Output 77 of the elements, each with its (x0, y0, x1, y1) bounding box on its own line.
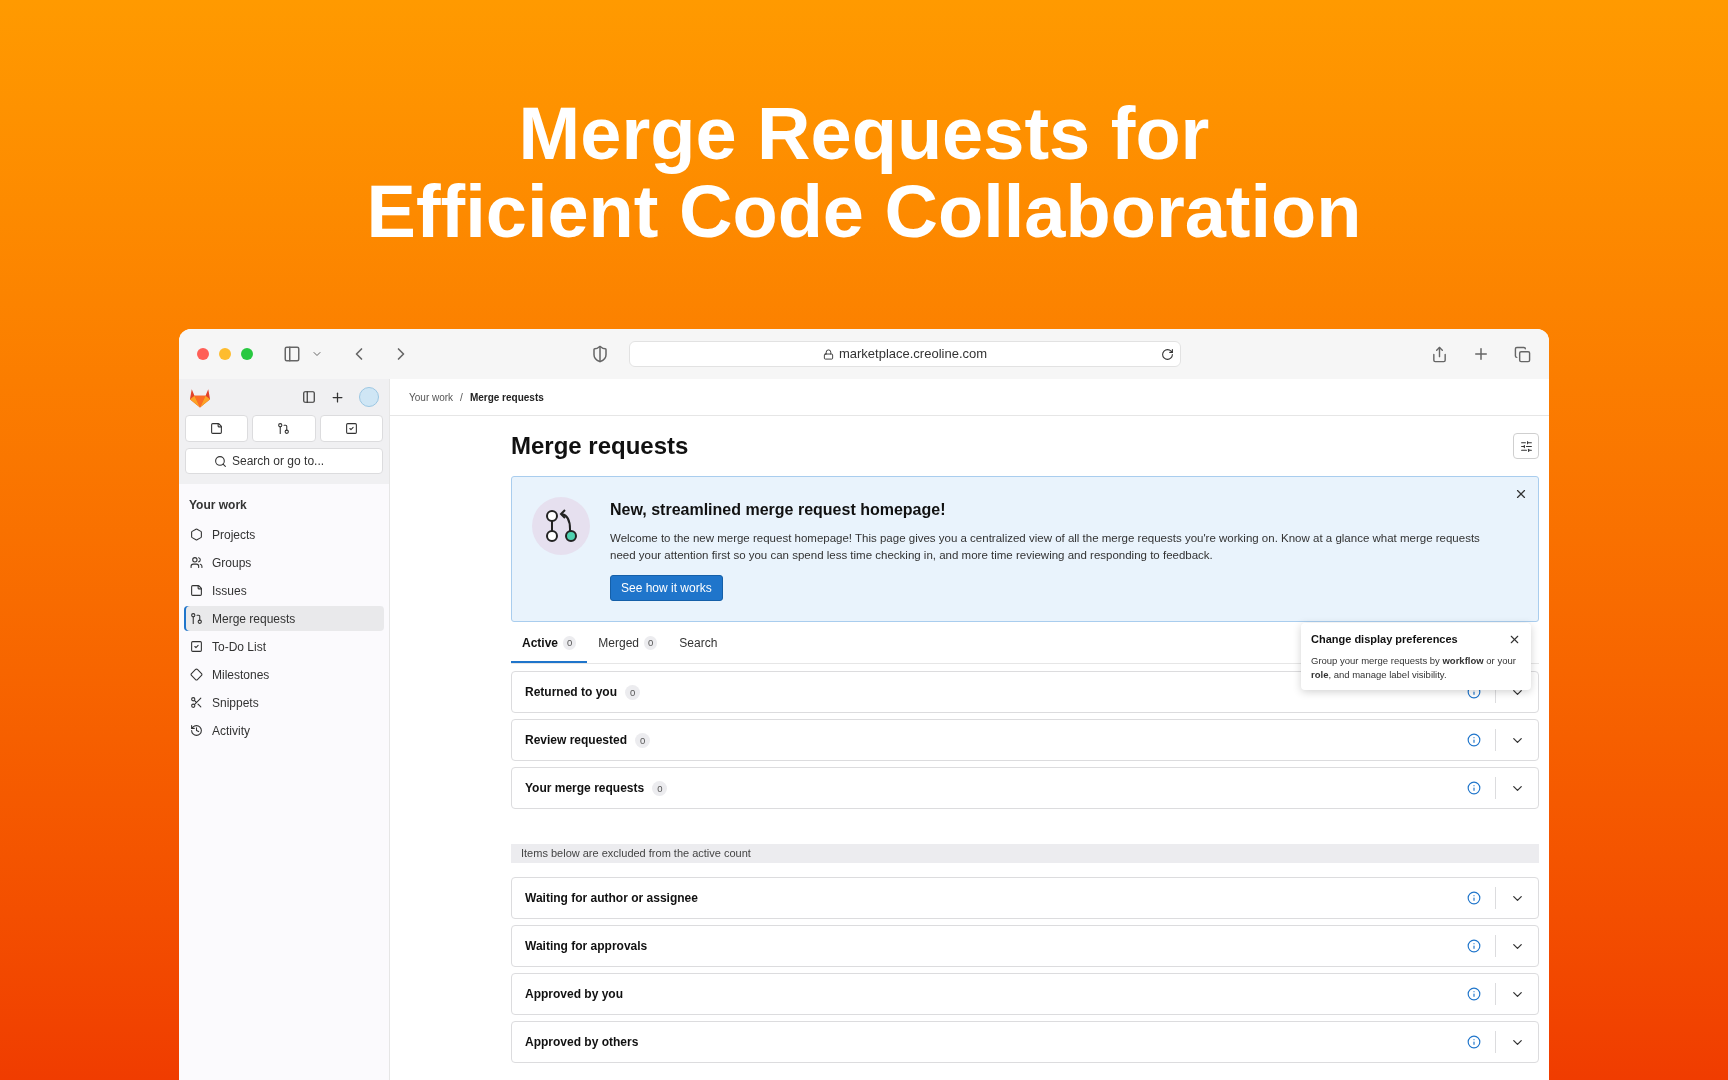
tabs-overview-icon[interactable] (1514, 345, 1531, 363)
section-row[interactable]: Review requested 0 (511, 719, 1539, 761)
history-icon (190, 724, 203, 737)
section-label: Returned to you (525, 684, 617, 701)
breadcrumb-link[interactable]: Your work (409, 389, 454, 405)
section-label: Approved by you (525, 986, 623, 1003)
checkbox-icon (190, 640, 203, 653)
section-row[interactable]: Approved by you (511, 973, 1539, 1015)
sidebar-toggle-icon[interactable] (283, 345, 301, 363)
new-tab-icon[interactable] (1472, 345, 1490, 363)
note-icon (190, 584, 203, 597)
section-row[interactable]: Approved by others (511, 1021, 1539, 1063)
count-badge: 0 (652, 780, 668, 796)
section-label: Review requested (525, 732, 628, 749)
tab[interactable]: Merged 0 (587, 622, 669, 663)
info-icon[interactable] (1467, 1035, 1481, 1049)
tab[interactable]: Search (668, 622, 729, 663)
create-new-icon[interactable] (330, 389, 345, 405)
info-icon[interactable] (1467, 733, 1481, 747)
section-label: Waiting for author or assignee (525, 890, 698, 907)
info-icon[interactable] (1467, 987, 1481, 1001)
close-icon[interactable] (1514, 487, 1528, 501)
issues-shortcut-button[interactable] (185, 415, 249, 442)
section-label: Your merge requests (525, 780, 645, 797)
section-row[interactable]: Your merge requests 0 (511, 767, 1539, 809)
sidebar-item[interactable]: Activity (184, 718, 384, 743)
sidebar-item[interactable]: Projects (184, 522, 384, 547)
section-label: Waiting for approvals (525, 938, 648, 955)
url-text: marketplace.creoline.com (838, 345, 988, 364)
scissors-icon (190, 696, 203, 709)
sidebar-section-title: Your work (188, 497, 248, 514)
sidebar-item[interactable]: To-Do List (184, 634, 384, 659)
sidebar-item[interactable]: Groups (184, 550, 384, 575)
todo-shortcut-button[interactable] (319, 415, 383, 442)
shield-icon[interactable] (591, 345, 609, 363)
hexagon-icon (190, 528, 203, 541)
info-icon[interactable] (1467, 891, 1481, 905)
sidebar-item[interactable]: Issues (184, 578, 384, 603)
banner-title: New, streamlined merge request homepage! (610, 500, 947, 520)
merge-illustration-icon (532, 497, 590, 555)
sidebar-item[interactable]: Milestones (184, 662, 384, 687)
see-how-it-works-button[interactable]: See how it works (610, 575, 723, 601)
info-icon[interactable] (1467, 781, 1481, 795)
excluded-note: Items below are excluded from the active count (511, 844, 1539, 863)
hero-title: Merge Requests for Efficient Code Collaboration (366, 95, 1362, 251)
merge-request-icon (277, 422, 291, 435)
merge-request-icon (190, 612, 203, 625)
checkbox-icon (344, 422, 358, 435)
groups-icon (190, 556, 203, 569)
sliders-icon (1519, 439, 1533, 453)
count-badge: 0 (625, 684, 641, 700)
lock-icon (822, 348, 834, 360)
tooltip-title: Change display preferences (1311, 632, 1458, 647)
search-field[interactable]: Search or go to... (185, 448, 383, 474)
section-row[interactable]: Waiting for approvals (511, 925, 1539, 967)
sidebar-item[interactable]: Snippets (184, 690, 384, 715)
info-icon[interactable] (1467, 939, 1481, 953)
section-row[interactable]: Waiting for author or assignee (511, 877, 1539, 919)
display-preferences-button[interactable] (1513, 433, 1539, 459)
count-badge: 0 (563, 635, 577, 650)
merge-requests-shortcut-button[interactable] (252, 415, 316, 442)
diamond-icon (190, 668, 203, 681)
section-label: Approved by others (525, 1034, 639, 1051)
banner-text: Welcome to the new merge request homepage! This page gives you a centralized view of all the merge requests you're working on. Know at a glance what merge requests need your attention first so you can spend less time checking in, and more time reviewing and responding to feedback. (610, 531, 1481, 563)
search-icon (214, 455, 227, 468)
count-badge: 0 (635, 732, 651, 748)
page-title: Merge requests (511, 431, 689, 461)
note-icon (210, 422, 224, 435)
address-bar[interactable]: marketplace.creoline.com (629, 341, 1181, 367)
breadcrumb-link[interactable]: Merge requests (469, 389, 544, 405)
collapse-sidebar-icon[interactable] (302, 390, 316, 404)
tab[interactable]: Active 0 (511, 622, 588, 663)
breadcrumb-separator: / (460, 390, 463, 405)
reload-icon[interactable] (1161, 347, 1174, 361)
sidebar-item[interactable]: Merge requests (184, 606, 384, 631)
count-badge: 0 (644, 635, 658, 650)
share-icon[interactable] (1431, 345, 1448, 363)
